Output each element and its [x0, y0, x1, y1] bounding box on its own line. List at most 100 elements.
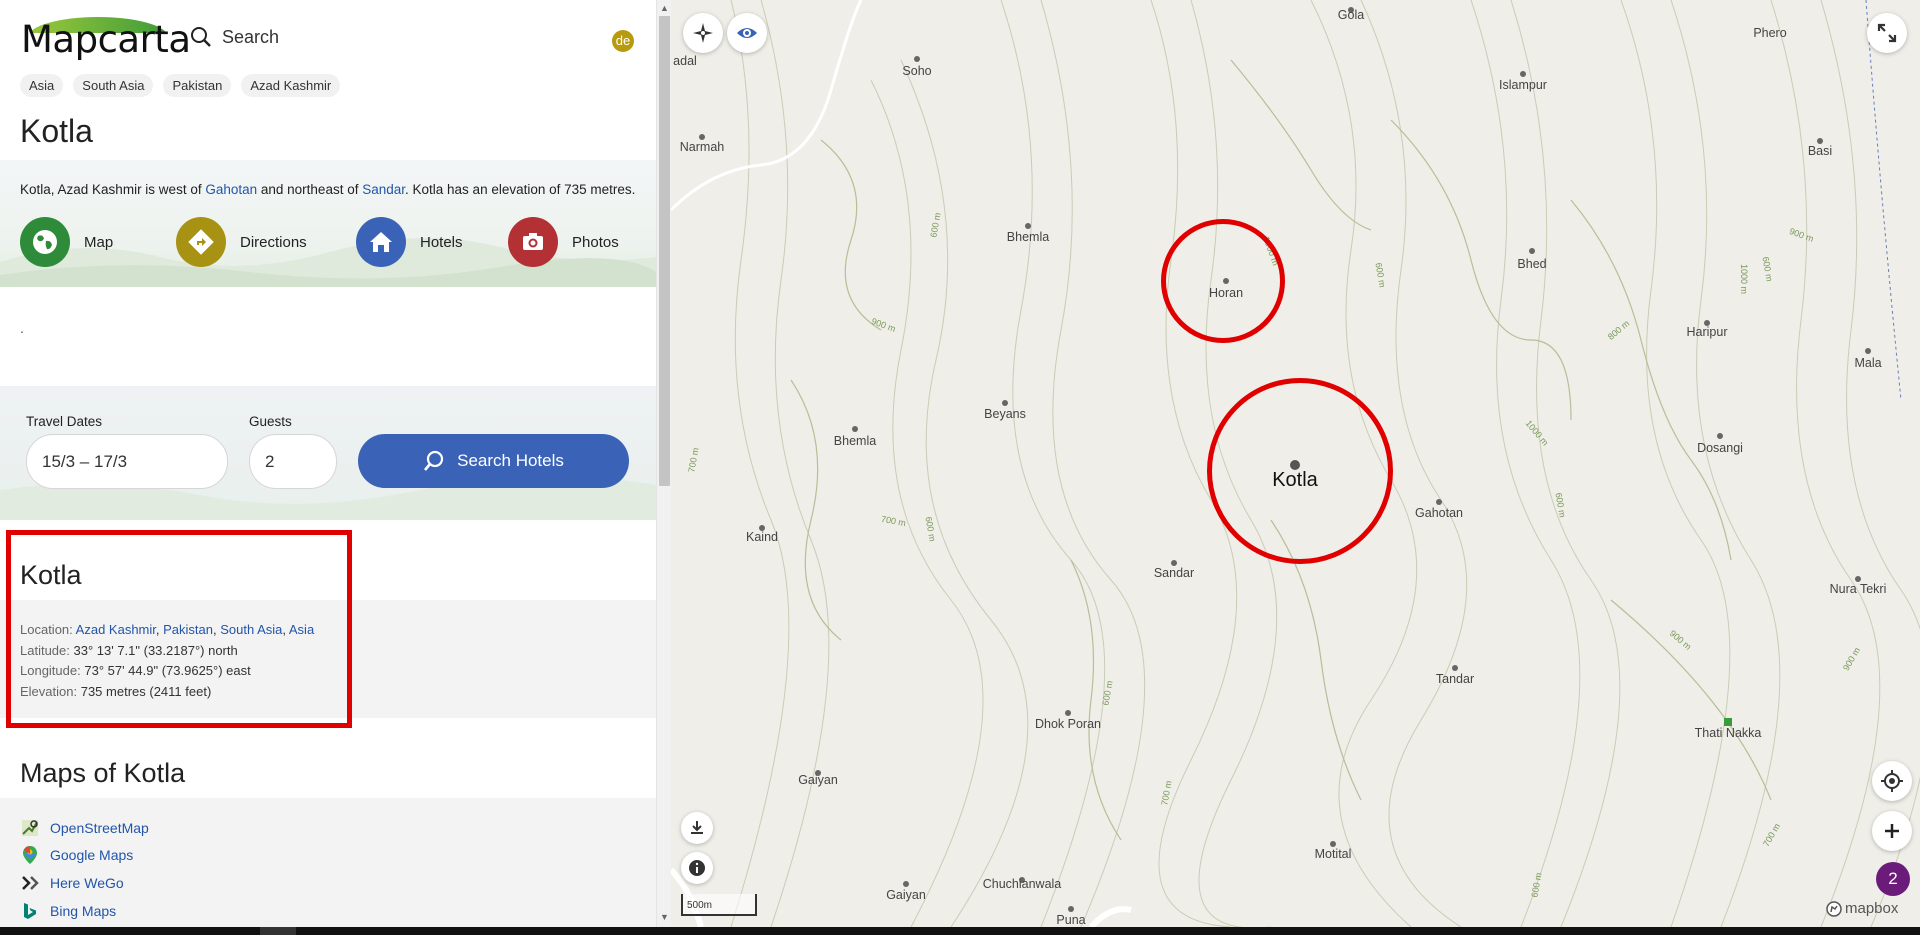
- place-dot: [914, 56, 920, 62]
- place-label[interactable]: Narmah: [680, 140, 724, 154]
- plus-icon: [1885, 824, 1899, 838]
- location-key: Location:: [20, 622, 73, 637]
- place-label[interactable]: Gahotan: [1415, 506, 1463, 520]
- place-dot: [852, 426, 858, 432]
- latitude-key: Latitude:: [20, 643, 70, 658]
- guests-input[interactable]: 2: [249, 434, 337, 489]
- place-dot: [1002, 400, 1008, 406]
- place-dot: [1717, 433, 1723, 439]
- place-label[interactable]: Sandar: [1154, 566, 1194, 580]
- longitude-key: Longitude:: [20, 663, 81, 678]
- language-badge[interactable]: de: [612, 30, 634, 52]
- photos-button-label: Photos: [572, 233, 619, 251]
- place-label[interactable]: Thati Nakka: [1695, 726, 1762, 740]
- latitude-row: Latitude: 33° 13' 7.1" (33.2187°) north: [20, 643, 238, 658]
- logo[interactable]: Mapcarta: [21, 18, 191, 61]
- location-link-pakistan[interactable]: Pakistan: [163, 622, 213, 637]
- scroll-up-arrow[interactable]: ▲: [660, 4, 669, 13]
- link-sandar[interactable]: Sandar: [362, 182, 405, 197]
- intro-text: Kotla, Azad Kashmir is west of Gahotan a…: [20, 182, 635, 197]
- scroll-down-arrow[interactable]: ▼: [660, 913, 669, 922]
- compass-button[interactable]: [683, 13, 723, 53]
- openstreetmap-icon: [20, 818, 40, 838]
- location-link-azad-kashmir[interactable]: Azad Kashmir: [76, 622, 156, 637]
- place-label[interactable]: Phero: [1753, 26, 1786, 40]
- place-label[interactable]: Basi: [1808, 144, 1832, 158]
- place-label[interactable]: adal: [673, 54, 697, 68]
- search-label: Search: [222, 26, 280, 47]
- info-button[interactable]: [681, 852, 713, 884]
- page-title: Kotla: [20, 113, 93, 149]
- camera-icon: [508, 217, 558, 267]
- map-view[interactable]: Gola Soho Phero Islampur Narmah Basi Bhe…: [671, 0, 1920, 927]
- place-label[interactable]: Soho: [902, 64, 931, 78]
- zoom-in-button[interactable]: [1872, 811, 1912, 851]
- location-link-south-asia[interactable]: South Asia: [220, 622, 282, 637]
- travel-dates-input[interactable]: 15/3 – 17/3: [26, 434, 228, 489]
- place-label[interactable]: Dosangi: [1697, 441, 1743, 455]
- place-label[interactable]: Gaiyan: [886, 888, 926, 902]
- breadcrumb-south-asia[interactable]: South Asia: [73, 74, 154, 97]
- here-wego-icon: [20, 873, 40, 893]
- photos-button[interactable]: Photos: [508, 217, 619, 267]
- globe-icon: [20, 217, 70, 267]
- search-box[interactable]: Search: [190, 26, 279, 48]
- layers-visibility-button[interactable]: [727, 13, 767, 53]
- maps-link-label: OpenStreetMap: [50, 820, 149, 836]
- place-label[interactable]: Gola: [1338, 8, 1364, 22]
- maps-link-label: Here WeGo: [50, 875, 124, 891]
- search-icon: [424, 450, 444, 471]
- download-button[interactable]: [681, 812, 713, 844]
- count-badge[interactable]: 2: [1876, 862, 1910, 896]
- place-label[interactable]: Islampur: [1499, 78, 1547, 92]
- place-label[interactable]: Bhed: [1517, 257, 1546, 271]
- place-label[interactable]: Horan: [1209, 286, 1243, 300]
- maps-link-bing-maps[interactable]: Bing Maps: [20, 901, 116, 921]
- directions-button[interactable]: Directions: [176, 217, 332, 267]
- place-label[interactable]: Nura Tekri: [1830, 582, 1887, 596]
- hotel-booking-section: Travel Dates 15/3 – 17/3 Guests 2 Search…: [0, 386, 656, 520]
- search-hotels-button[interactable]: Search Hotels: [358, 434, 629, 488]
- compass-icon: [693, 23, 713, 43]
- hotels-button[interactable]: Hotels: [356, 217, 484, 267]
- place-label[interactable]: Gaiyan: [798, 773, 838, 787]
- place-dot: [1223, 278, 1229, 284]
- place-label-kotla[interactable]: Kotla: [1272, 469, 1318, 492]
- intro-section: Kotla, Azad Kashmir is west of Gahotan a…: [0, 160, 656, 287]
- locate-button[interactable]: [1872, 761, 1912, 801]
- place-label[interactable]: Bhemla: [834, 434, 876, 448]
- attribution-label: mapbox: [1845, 900, 1899, 917]
- directions-icon: [176, 217, 226, 267]
- map-button[interactable]: Map: [20, 217, 152, 267]
- place-label[interactable]: Motital: [1315, 847, 1352, 861]
- link-gahotan[interactable]: Gahotan: [205, 182, 257, 197]
- intro-suffix: . Kotla has an elevation of 735 metres.: [405, 182, 636, 197]
- maps-link-google-maps[interactable]: Google Maps: [20, 845, 133, 865]
- place-label[interactable]: Chuchianwala: [983, 877, 1062, 891]
- panel-scrollbar[interactable]: ▲ ▼: [656, 0, 671, 927]
- hotels-button-label: Hotels: [420, 233, 463, 251]
- info-title: Kotla: [20, 560, 82, 590]
- location-link-asia[interactable]: Asia: [289, 622, 314, 637]
- maps-link-openstreetmap[interactable]: OpenStreetMap: [20, 818, 149, 838]
- place-label[interactable]: Dhok Poran: [1035, 717, 1101, 731]
- breadcrumb-asia[interactable]: Asia: [20, 74, 64, 97]
- place-label[interactable]: Bhemla: [1007, 230, 1049, 244]
- place-dot: [1529, 248, 1535, 254]
- mapbox-logo-icon: [1826, 900, 1842, 917]
- fullscreen-button[interactable]: [1867, 13, 1907, 53]
- place-label[interactable]: Puna: [1056, 913, 1085, 927]
- mapbox-attribution[interactable]: mapbox: [1826, 900, 1898, 917]
- place-label[interactable]: Kaind: [746, 530, 778, 544]
- breadcrumb-azad-kashmir[interactable]: Azad Kashmir: [241, 74, 341, 97]
- scroll-thumb[interactable]: [659, 16, 670, 486]
- place-dot: [1025, 223, 1031, 229]
- place-label[interactable]: Mala: [1854, 356, 1881, 370]
- elevation-row: Elevation: 735 metres (2411 feet): [20, 684, 211, 699]
- place-label[interactable]: Haripur: [1687, 325, 1728, 339]
- place-label[interactable]: Beyans: [984, 407, 1026, 421]
- maps-link-label: Google Maps: [50, 847, 134, 863]
- breadcrumb-pakistan[interactable]: Pakistan: [163, 74, 232, 97]
- place-label[interactable]: Tandar: [1436, 672, 1474, 686]
- maps-link-here-wego[interactable]: Here WeGo: [20, 873, 124, 893]
